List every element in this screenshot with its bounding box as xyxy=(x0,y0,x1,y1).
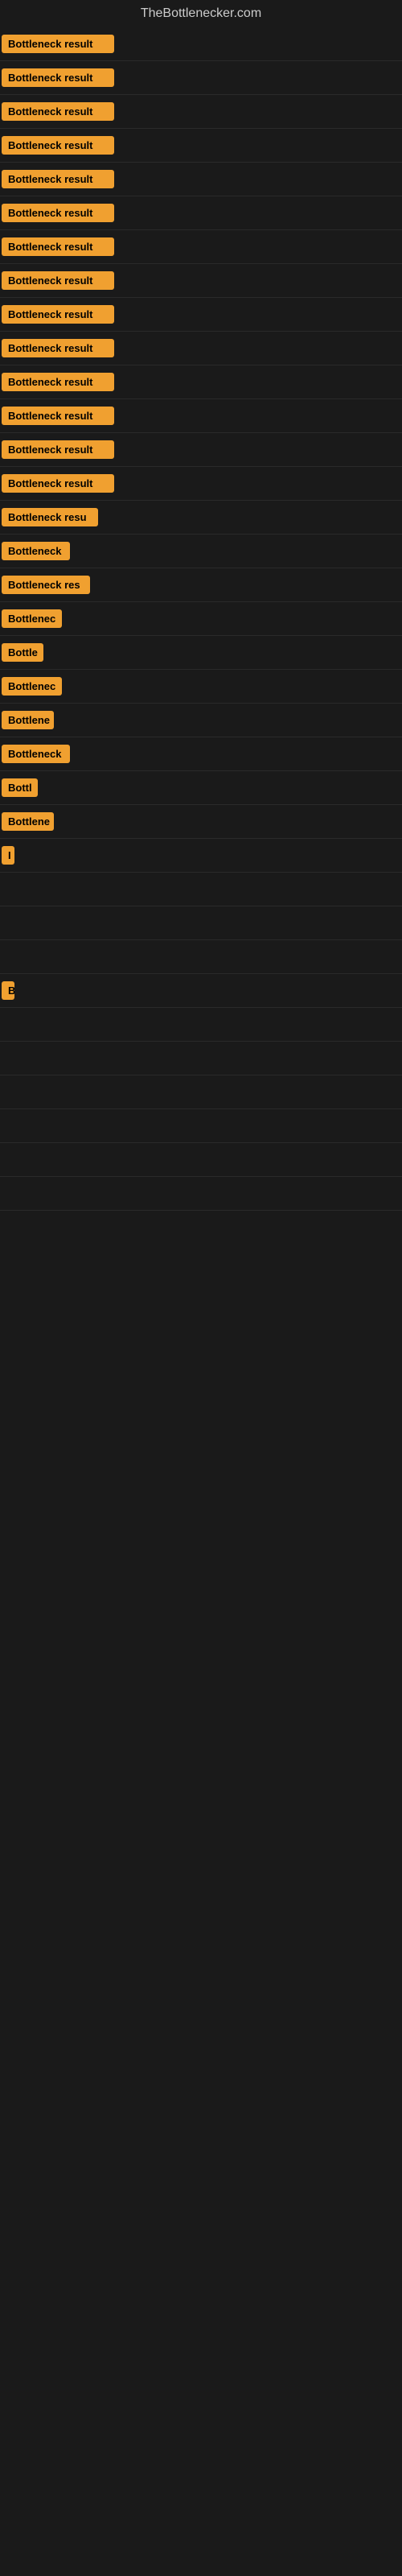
list-item: Bottleneck result xyxy=(0,467,402,501)
bottleneck-result-badge[interactable]: Bottleneck result xyxy=(2,373,114,391)
list-item: Bottle xyxy=(0,636,402,670)
list-item: Bottleneck result xyxy=(0,399,402,433)
list-item xyxy=(0,1143,402,1177)
bottleneck-result-badge[interactable]: Bottleneck result xyxy=(2,68,114,87)
bottleneck-result-badge[interactable]: Bottleneck result xyxy=(2,440,114,459)
list-item: Bottlenec xyxy=(0,670,402,704)
list-item: Bottleneck result xyxy=(0,332,402,365)
list-item: Bottleneck result xyxy=(0,196,402,230)
list-item: Bottleneck result xyxy=(0,61,402,95)
list-item: Bottleneck res xyxy=(0,568,402,602)
site-header: TheBottlenecker.com xyxy=(0,0,402,27)
results-list: Bottleneck result Bottleneck result Bottle… xyxy=(0,27,402,1211)
bottleneck-result-badge[interactable]: Bottleneck xyxy=(2,745,70,763)
list-item: Bottleneck result xyxy=(0,365,402,399)
list-item xyxy=(0,906,402,940)
list-item: Bottleneck result xyxy=(0,27,402,61)
bottleneck-result-badge[interactable]: Bottlene xyxy=(2,711,54,729)
bottleneck-result-badge[interactable]: Bottle xyxy=(2,643,43,662)
list-item: Bottlenec xyxy=(0,602,402,636)
bottleneck-result-badge[interactable]: Bottleneck result xyxy=(2,339,114,357)
bottleneck-result-badge[interactable]: Bottleneck result xyxy=(2,170,114,188)
bottleneck-result-badge[interactable]: Bottleneck result xyxy=(2,237,114,256)
list-item xyxy=(0,940,402,974)
bottleneck-result-badge[interactable]: Bottleneck res xyxy=(2,576,90,594)
bottleneck-result-badge[interactable]: Bottlenec xyxy=(2,677,62,696)
bottleneck-result-badge[interactable]: Bottlene xyxy=(2,812,54,831)
list-item: Bottleneck result xyxy=(0,264,402,298)
list-item xyxy=(0,873,402,906)
list-item: Bottleneck result xyxy=(0,163,402,196)
bottleneck-result-badge[interactable]: Bottleneck result xyxy=(2,35,114,53)
bottleneck-result-badge[interactable]: Bottleneck result xyxy=(2,305,114,324)
bottleneck-result-badge[interactable]: Bottleneck resu xyxy=(2,508,98,526)
list-item xyxy=(0,1075,402,1109)
bottleneck-result-badge[interactable]: Bottlenec xyxy=(2,609,62,628)
list-item xyxy=(0,1177,402,1211)
list-item: B xyxy=(0,974,402,1008)
list-item: Bottlene xyxy=(0,805,402,839)
list-item: Bottleneck result xyxy=(0,433,402,467)
bottleneck-result-badge[interactable]: Bottleneck result xyxy=(2,204,114,222)
list-item: Bottleneck xyxy=(0,737,402,771)
list-item: Bottl xyxy=(0,771,402,805)
bottleneck-result-badge[interactable]: Bottleneck result xyxy=(2,474,114,493)
list-item: Bottleneck result xyxy=(0,298,402,332)
list-item: Bottleneck result xyxy=(0,95,402,129)
list-item: Bottleneck result xyxy=(0,129,402,163)
list-item: Bottleneck resu xyxy=(0,501,402,535)
list-item: I xyxy=(0,839,402,873)
list-item xyxy=(0,1008,402,1042)
bottleneck-result-badge[interactable]: I xyxy=(2,846,14,865)
bottleneck-result-badge[interactable]: Bottl xyxy=(2,778,38,797)
bottleneck-result-badge[interactable]: B xyxy=(2,981,14,1000)
bottleneck-result-badge[interactable]: Bottleneck result xyxy=(2,271,114,290)
bottleneck-result-badge[interactable]: Bottleneck result xyxy=(2,407,114,425)
list-item xyxy=(0,1042,402,1075)
list-item xyxy=(0,1109,402,1143)
list-item: Bottlene xyxy=(0,704,402,737)
list-item: Bottleneck result xyxy=(0,230,402,264)
bottleneck-result-badge[interactable]: Bottleneck result xyxy=(2,136,114,155)
site-title: TheBottlenecker.com xyxy=(141,6,261,20)
bottleneck-result-badge[interactable]: Bottleneck xyxy=(2,542,70,560)
bottleneck-result-badge[interactable]: Bottleneck result xyxy=(2,102,114,121)
list-item: Bottleneck xyxy=(0,535,402,568)
